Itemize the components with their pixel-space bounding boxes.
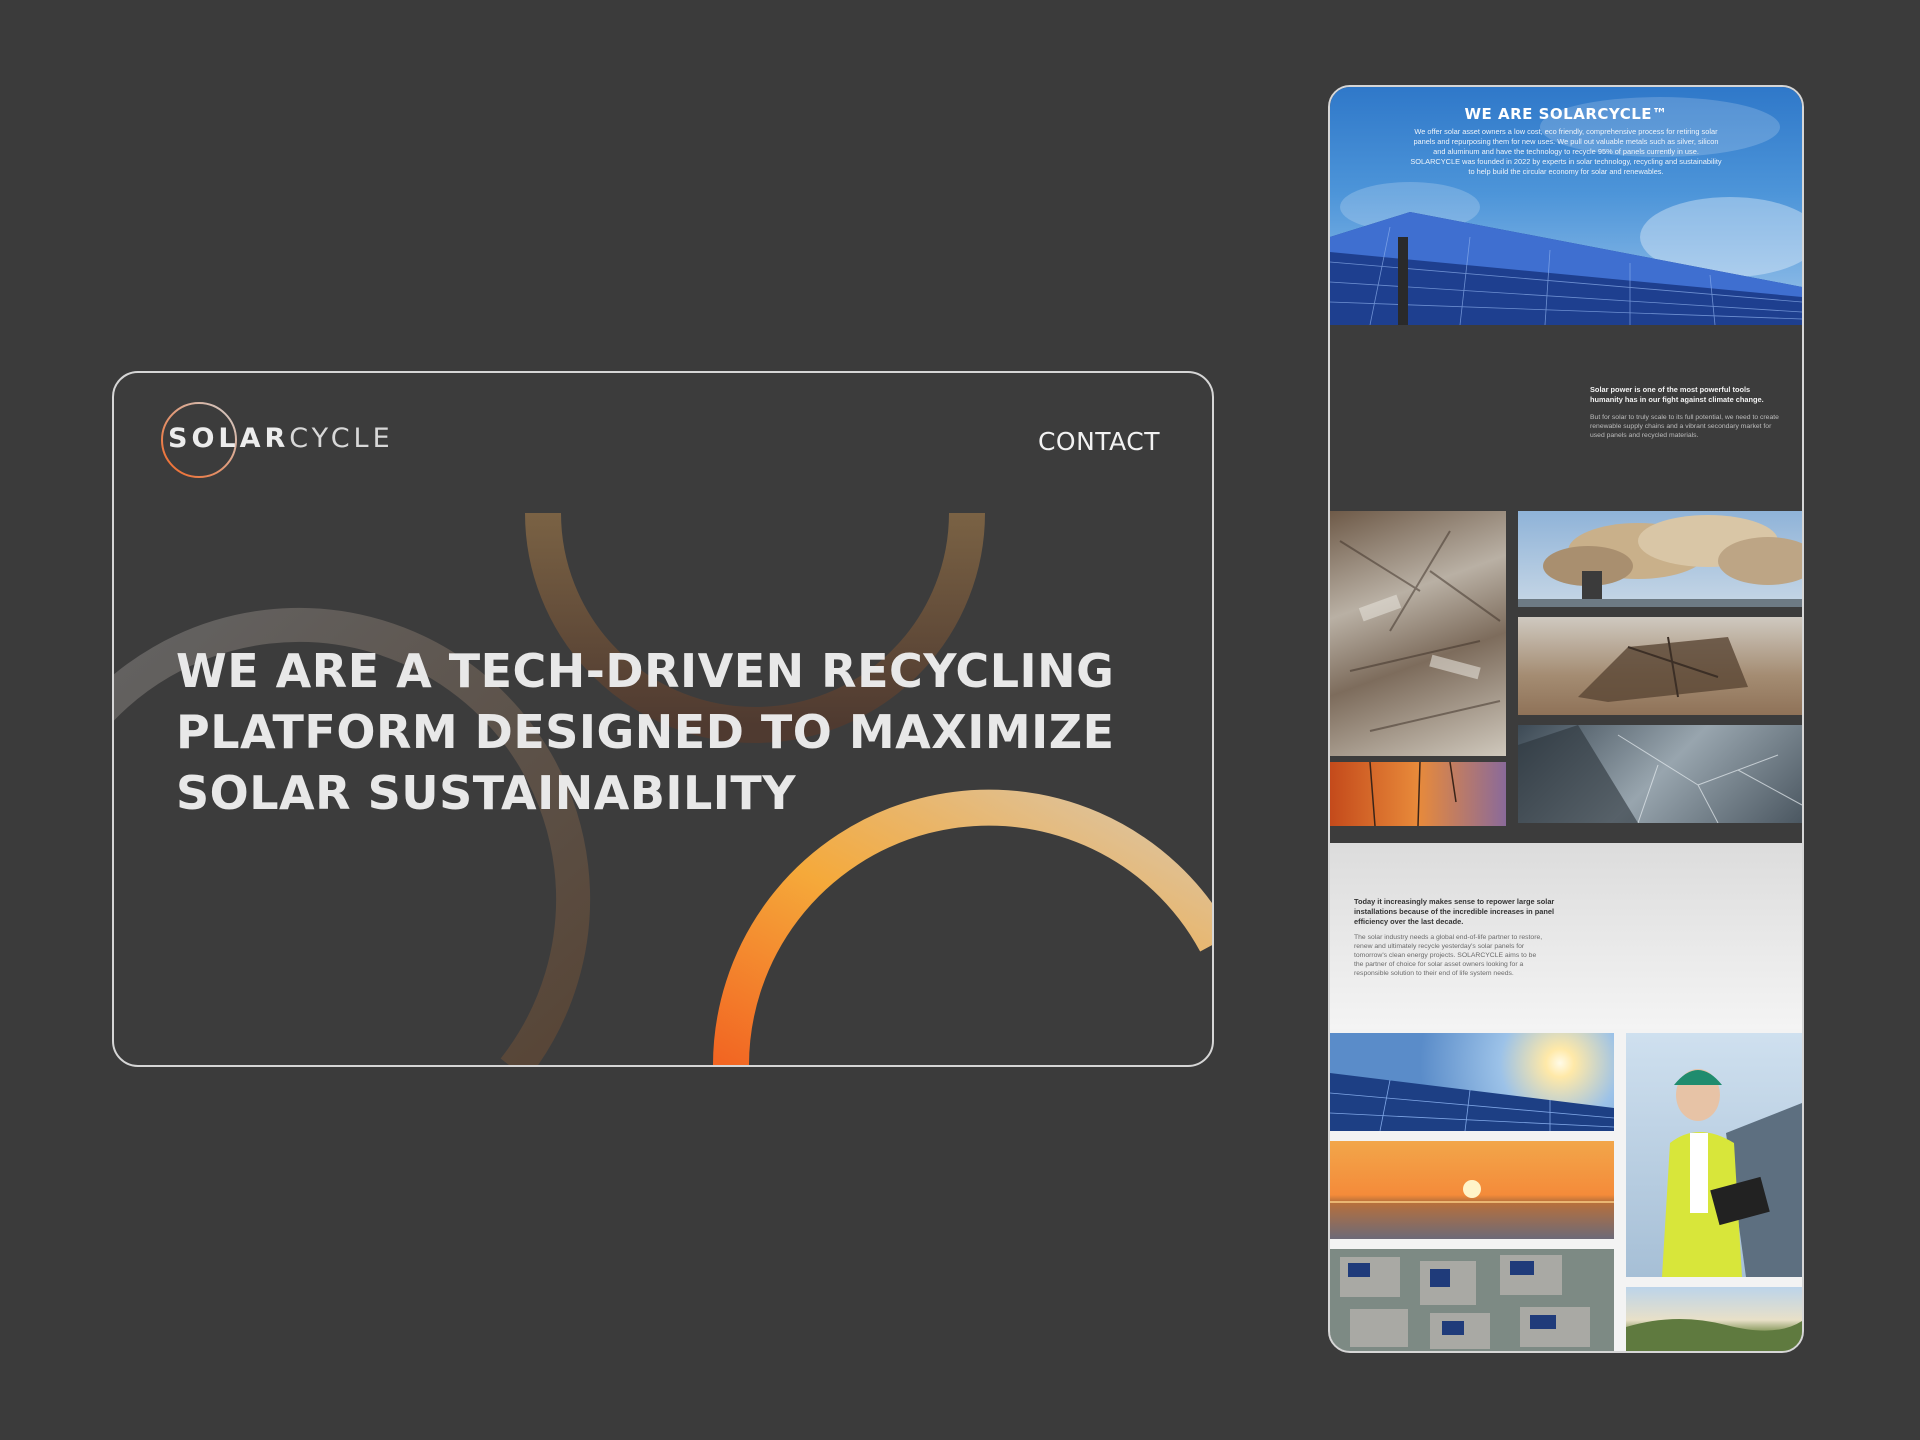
contact-link[interactable]: CONTACT	[1038, 427, 1160, 456]
repower-lead-text: Today it increasingly makes sense to rep…	[1354, 897, 1555, 926]
mobile-hero-title: WE ARE SOLARCYCLE™	[1464, 105, 1668, 123]
bottom-arc	[713, 789, 1212, 1065]
solarcycle-logo[interactable]: SOLARCYCLE	[156, 395, 436, 485]
mobile-hero: WE ARE SOLARCYCLE™ We offer solar asset …	[1330, 87, 1802, 325]
scrap-metal-photo	[1330, 511, 1506, 756]
logo-wordmark-light: CYCLE	[289, 423, 394, 454]
polluted-water-photo	[1330, 762, 1506, 826]
mission-lead-text: Solar power is one of the most powerful …	[1590, 385, 1764, 404]
panels-sun-photo	[1330, 1033, 1614, 1131]
headline-line-3: SOLAR SUSTAINABILITY	[176, 766, 797, 820]
mission-body-text: But for solar to truly scale to its full…	[1590, 414, 1779, 439]
headline-line-1: WE ARE A TECH-DRIVEN RECYCLING	[176, 644, 1115, 698]
rooftops-aerial-photo	[1330, 1249, 1614, 1351]
logo-wordmark-bold: SOLA	[168, 423, 265, 454]
engineer-woman-photo	[1626, 1033, 1802, 1277]
headline-line-2: PLATFORM DESIGNED TO MAXIMIZE	[176, 705, 1115, 759]
broken-panel-photo	[1518, 725, 1802, 823]
logo-wordmark-r: R	[264, 423, 290, 454]
sunset-sea-photo	[1330, 1141, 1614, 1239]
mobile-hero-body: We offer solar asset owners a low cost, …	[1410, 127, 1722, 176]
mobile-section-repower: Today it increasingly makes sense to rep…	[1330, 843, 1802, 1029]
repower-body-text: The solar industry needs a global end-of…	[1354, 934, 1543, 977]
logo-wordmark: SOLARCYCLE	[168, 423, 394, 454]
mobile-mockup: WE ARE SOLARCYCLE™ We offer solar asset …	[1328, 85, 1804, 1353]
smokestack-photo	[1518, 511, 1802, 607]
desktop-mockup: SOLARCYCLE CONTACT WE ARE A TECH-DRIVEN …	[112, 371, 1214, 1067]
hills-landscape-photo	[1626, 1287, 1802, 1351]
mining-excavator-photo	[1518, 617, 1802, 715]
hero-headline: WE ARE A TECH-DRIVEN RECYCLING PLATFORM …	[176, 641, 1115, 824]
mobile-section-mission: Solar power is one of the most powerful …	[1330, 325, 1802, 511]
